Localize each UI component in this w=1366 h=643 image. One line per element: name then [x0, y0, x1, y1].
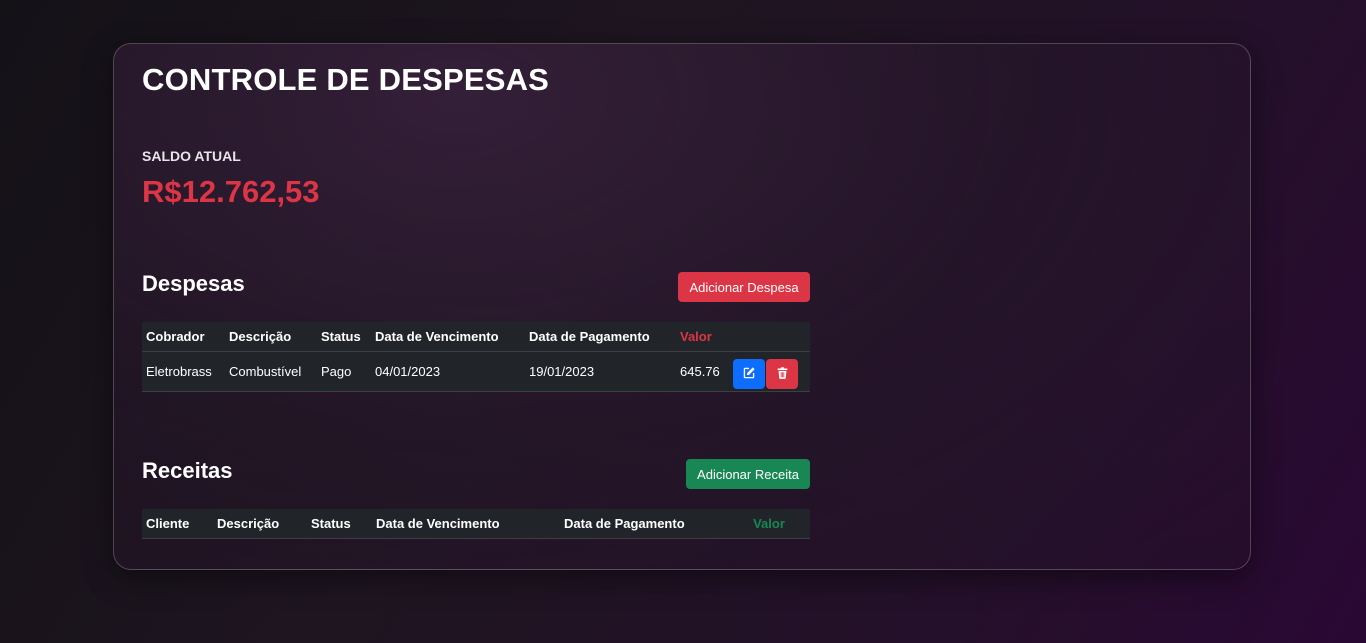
cell-descricao: Combustível	[225, 351, 317, 392]
despesas-table: Cobrador Descrição Status Data de Vencim…	[142, 322, 810, 392]
page-title: CONTROLE DE DESPESAS	[142, 62, 550, 97]
despesas-title: Despesas	[142, 271, 245, 296]
cell-acoes	[729, 351, 810, 392]
edit-button[interactable]	[733, 359, 765, 389]
cell-status: Pago	[317, 351, 371, 392]
col-vencimento: Data de Vencimento	[372, 509, 560, 539]
saldo-label: SALDO ATUAL	[142, 148, 241, 164]
col-pagamento: Data de Pagamento	[560, 509, 728, 539]
col-cobrador: Cobrador	[142, 322, 225, 352]
add-receita-button[interactable]: Adicionar Receita	[686, 459, 810, 489]
col-valor: Valor	[728, 509, 810, 539]
col-status: Status	[317, 322, 371, 352]
col-descricao: Descrição	[225, 322, 317, 352]
receitas-title: Receitas	[142, 458, 233, 483]
receitas-table: Cliente Descrição Status Data de Vencime…	[142, 509, 810, 539]
edit-icon	[742, 366, 756, 383]
cell-cobrador: Eletrobrass	[142, 351, 225, 392]
despesas-header-row: Cobrador Descrição Status Data de Vencim…	[142, 322, 810, 352]
main-card: CONTROLE DE DESPESAS SALDO ATUAL R$12.76…	[113, 43, 1251, 570]
saldo-value: R$12.762,53	[142, 174, 320, 209]
cell-vencimento: 04/01/2023	[371, 351, 525, 392]
trash-icon	[776, 366, 789, 383]
col-vencimento: Data de Vencimento	[371, 322, 525, 352]
cell-valor: 645.76	[676, 351, 729, 392]
delete-button[interactable]	[766, 359, 798, 389]
col-cliente: Cliente	[142, 509, 213, 539]
col-acoes	[729, 322, 810, 352]
col-status: Status	[307, 509, 372, 539]
col-valor: Valor	[676, 322, 729, 352]
table-row: Eletrobrass Combustível Pago 04/01/2023 …	[142, 351, 810, 392]
col-descricao: Descrição	[213, 509, 307, 539]
cell-pagamento: 19/01/2023	[525, 351, 676, 392]
receitas-header-row: Cliente Descrição Status Data de Vencime…	[142, 509, 810, 539]
add-despesa-button[interactable]: Adicionar Despesa	[678, 272, 810, 302]
col-pagamento: Data de Pagamento	[525, 322, 676, 352]
